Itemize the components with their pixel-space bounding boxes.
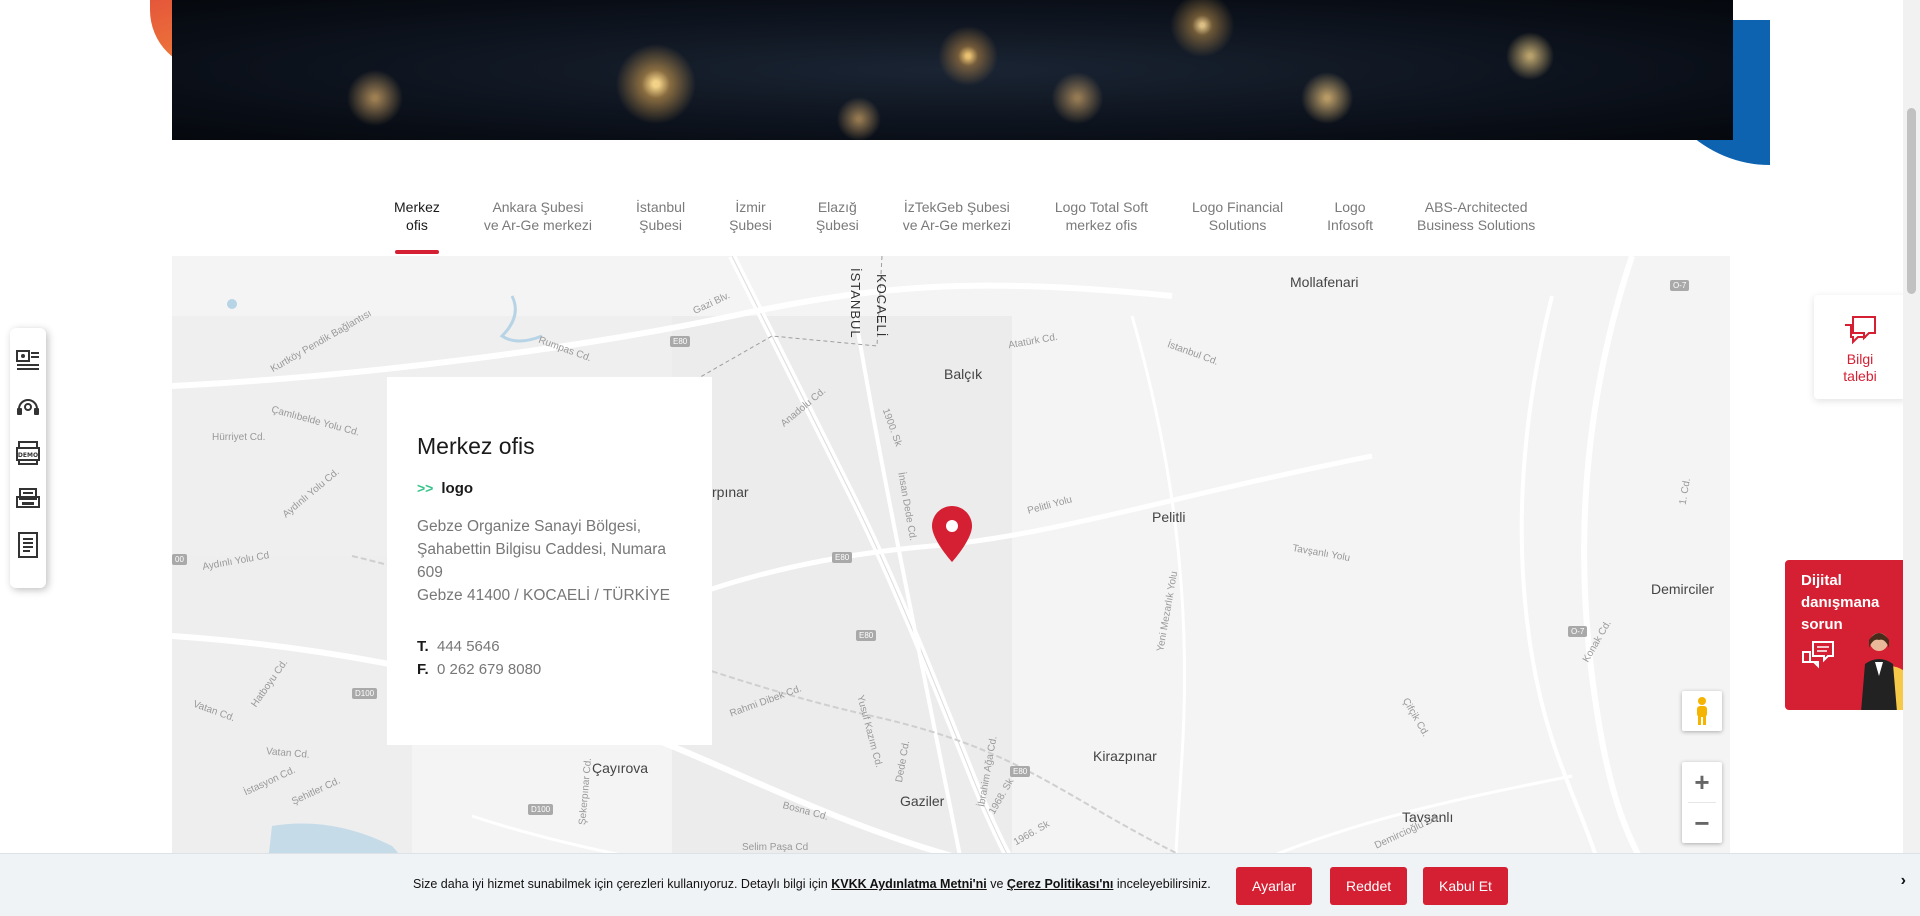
chat-bubbles-icon (1802, 641, 1834, 669)
phone-number[interactable]: 444 5646 (437, 635, 500, 658)
fax-number: 0 262 679 8080 (437, 661, 542, 678)
map-label-place: Mollafenari (1290, 274, 1359, 290)
map-label-border: KOCAELİ (874, 274, 889, 338)
scrollbar-thumb[interactable] (1907, 108, 1916, 294)
document-list-icon[interactable] (14, 532, 42, 558)
address-line: Gebze Organize Sanayi Bölgesi, (417, 518, 642, 535)
map-label-place: Kirazpınar (1093, 748, 1157, 764)
map-pin-icon[interactable] (932, 506, 972, 562)
svg-text:DEMO: DEMO (18, 452, 38, 459)
office-tab[interactable]: Ankara Şubesi ve Ar-Ge merkezi (462, 198, 614, 254)
office-tab[interactable]: İzTekGeb Şubesi ve Ar-Ge merkezi (881, 198, 1033, 254)
logo-arrow: >> (417, 480, 434, 496)
office-logo: >> logo (417, 480, 682, 497)
support-headset-icon[interactable] (14, 394, 42, 420)
address-line: Şahabettin Bilgisu Caddesi, Numara (417, 541, 666, 558)
map-label-street: Selim Paşa Cd (742, 842, 809, 853)
map-zoom-control: + − (1682, 762, 1722, 843)
chat-bubbles-icon (1845, 316, 1876, 345)
demo-icon[interactable]: DEMO (14, 440, 42, 466)
road-badge: D100 (528, 804, 554, 815)
printer-icon[interactable] (14, 486, 42, 512)
hero-image-earth-lights (172, 0, 1733, 140)
address-line: 609 (417, 564, 443, 581)
road-badge: 00 (172, 554, 187, 565)
office-tab[interactable]: İzmir Şubesi (707, 198, 794, 254)
road-badge: E80 (1010, 766, 1031, 777)
fax-label: F. (417, 661, 429, 678)
road-badge: E80 (856, 630, 877, 641)
cookie-text-before: Size daha iyi hizmet sunabilmek için çer… (413, 877, 832, 891)
map-label-street: Hürriyet Cd. (212, 432, 266, 443)
map-label-border: İSTANBUL (848, 268, 863, 339)
road-badge: E80 (832, 552, 853, 563)
page: Merkez ofis Ankara Şubesi ve Ar-Ge merkez… (0, 0, 1920, 916)
cookie-consent-bar: Size daha iyi hizmet sunabilmek için çer… (0, 853, 1920, 916)
analytics-tool-icon[interactable] (14, 348, 42, 374)
address-line: Gebze 41400 / KOCAELİ / TÜRKİYE (417, 587, 671, 604)
road-badge: D100 (352, 688, 378, 699)
cookie-accept-button[interactable]: Kabul Et (1423, 867, 1508, 905)
office-title: Merkez ofis (417, 433, 535, 459)
road-badge: O-7 (1670, 280, 1690, 291)
road-badge: E80 (670, 336, 691, 347)
cookie-text-mid: ve (986, 877, 1007, 891)
zoom-in-button[interactable]: + (1682, 762, 1722, 802)
map-label-place: Çayırova (592, 760, 649, 776)
map-label-place: Demirciler (1651, 581, 1714, 597)
office-tab[interactable]: ABS-Architected Business Solutions (1395, 198, 1557, 254)
pegman-icon (1697, 697, 1707, 725)
office-tab[interactable]: Logo Financial Solutions (1170, 198, 1305, 254)
cookie-text: Size daha iyi hizmet sunabilmek için çer… (413, 877, 1211, 891)
kvkk-link[interactable]: KVKK Aydınlatma Metni'ni (831, 877, 987, 891)
street-view-pegman-button[interactable] (1682, 691, 1722, 731)
hero-banner (150, 0, 1770, 170)
cookie-collapse-icon[interactable]: › (1901, 872, 1906, 890)
map-label-place: Balçık (944, 366, 983, 382)
office-address: Gebze Organize Sanayi Bölgesi, Şahabetti… (417, 515, 682, 607)
office-fax: F. 0 262 679 8080 (417, 658, 682, 681)
office-info-card: Merkez ofis >> logo Gebze Organize Sanay… (387, 377, 712, 745)
cookie-settings-button[interactable]: Ayarlar (1236, 867, 1313, 905)
digital-advisor-button[interactable]: Dijital danışmana sorun (1785, 560, 1903, 710)
map-label-place: Gaziler (900, 793, 945, 809)
info-request-label: Bilgi talebi (1843, 351, 1877, 384)
advisor-avatar (1861, 633, 1903, 710)
office-tab[interactable]: Elazığ Şubesi (794, 198, 881, 254)
zoom-out-button[interactable]: − (1682, 803, 1722, 843)
office-tab[interactable]: Merkez ofis (372, 198, 462, 254)
office-phone: T. 444 5646 (417, 635, 682, 658)
page-scrollbar[interactable] (1903, 0, 1920, 916)
map-label-place: rpınar (712, 484, 749, 500)
logo-text: logo (441, 480, 474, 497)
road-badge: O-7 (1568, 626, 1588, 637)
cookie-policy-link[interactable]: Çerez Politikası'nı (1007, 877, 1113, 891)
side-toolbar: DEMO (10, 328, 46, 588)
cookie-reject-button[interactable]: Reddet (1330, 867, 1408, 905)
office-tab[interactable]: Logo Total Soft merkez ofis (1033, 198, 1170, 254)
map-label-place: Pelitli (1152, 509, 1186, 525)
office-tab[interactable]: Logo Infosoft (1305, 198, 1395, 254)
office-tabs: Merkez ofis Ankara Şubesi ve Ar-Ge merkez… (372, 198, 1557, 254)
office-tab[interactable]: İstanbul Şubesi (614, 198, 707, 254)
phone-label: T. (417, 638, 429, 655)
cookie-text-after: inceleyebilirsiniz. (1113, 877, 1211, 891)
info-request-button[interactable]: Bilgi talebi (1814, 295, 1906, 399)
